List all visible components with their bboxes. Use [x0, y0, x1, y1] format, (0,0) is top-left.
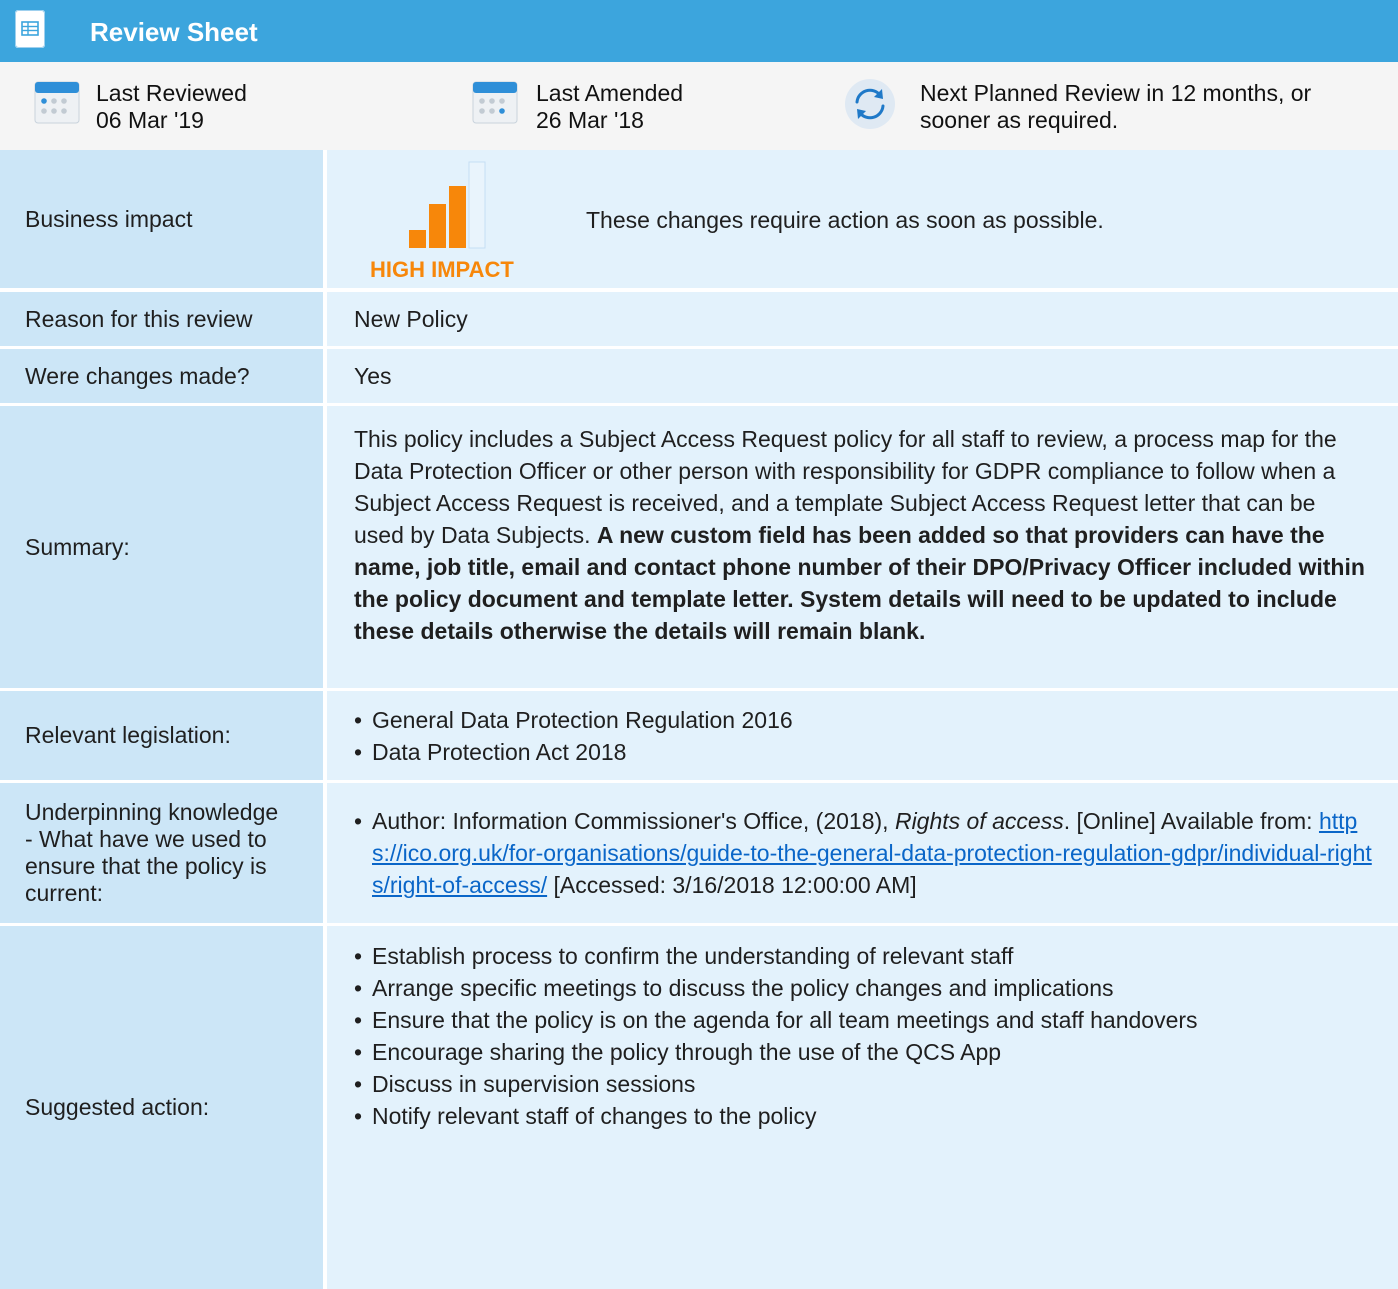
last-reviewed-date: 06 Mar '19: [96, 107, 204, 133]
spreadsheet-icon: [15, 10, 45, 48]
reference-availability: . [Online] Available from:: [1063, 808, 1313, 834]
row-label: Suggested action:: [0, 926, 323, 1289]
row-label: Were changes made?: [0, 349, 323, 403]
summary-text: This policy includes a Subject Access Re…: [354, 423, 1370, 647]
list-item: Establish process to confirm the underst…: [354, 940, 1378, 972]
row-value: HIGH IMPACT These changes require action…: [327, 150, 1398, 288]
row-value: General Data Protection Regulation 2016 …: [327, 691, 1398, 780]
row-value: Establish process to confirm the underst…: [327, 926, 1398, 1289]
list-item: Data Protection Act 2018: [354, 736, 1378, 768]
high-impact-badge: HIGH IMPACT: [370, 257, 514, 282]
list-item: Notify relevant staff of changes to the …: [354, 1100, 1378, 1132]
row-suggested-action: Suggested action: Establish process to c…: [0, 926, 1398, 1289]
list-item: General Data Protection Regulation 2016: [354, 704, 1378, 736]
row-summary: Summary: This policy includes a Subject …: [0, 406, 1398, 688]
row-label: Relevant legislation:: [0, 691, 323, 780]
row-label: Underpinning knowledge - What have we us…: [0, 783, 323, 923]
row-value: This policy includes a Subject Access Re…: [327, 406, 1398, 688]
changes-value: Yes: [354, 363, 392, 389]
row-value: New Policy: [327, 292, 1398, 346]
row-reason: Reason for this review New Policy: [0, 292, 1398, 346]
last-amended-date: 26 Mar '18: [536, 107, 644, 133]
row-underpinning-knowledge: Underpinning knowledge - What have we us…: [0, 783, 1398, 923]
row-label: Summary:: [0, 406, 323, 688]
list-item: Author: Information Commissioner's Offic…: [354, 805, 1380, 901]
reference-author: Author: Information Commissioner's Offic…: [372, 808, 889, 834]
list-item: Discuss in supervision sessions: [354, 1068, 1378, 1100]
row-value: Author: Information Commissioner's Offic…: [327, 783, 1398, 923]
reference-title: Rights of access: [894, 808, 1064, 834]
page-title: Review Sheet: [90, 17, 258, 47]
last-reviewed-label: Last Reviewed: [96, 80, 247, 106]
legislation-list: General Data Protection Regulation 2016 …: [354, 704, 1378, 768]
impact-bar-chart-icon: [409, 160, 489, 255]
calendar-icon: [472, 79, 518, 125]
row-value: Yes: [327, 349, 1398, 403]
next-review-text: Next Planned Review in 12 months, or soo…: [920, 80, 1312, 133]
list-item: Encourage sharing the policy through the…: [354, 1036, 1378, 1068]
knowledge-list: Author: Information Commissioner's Offic…: [354, 805, 1380, 901]
row-changes-made: Were changes made? Yes: [0, 349, 1398, 403]
reference-accessed: [Accessed: 3/16/2018 12:00:00 AM]: [553, 872, 917, 898]
list-item: Ensure that the policy is on the agenda …: [354, 1004, 1378, 1036]
last-amended-label: Last Amended: [536, 80, 684, 106]
list-item: Arrange specific meetings to discuss the…: [354, 972, 1378, 1004]
calendar-icon: [34, 79, 80, 125]
row-legislation: Relevant legislation: General Data Prote…: [0, 691, 1398, 780]
suggested-action-list: Establish process to confirm the underst…: [354, 940, 1378, 1132]
row-label: Business impact: [0, 150, 323, 288]
review-sheet-header: Review Sheet: [0, 0, 1398, 62]
row-business-impact: Business impact HIGH IMPACT These change…: [0, 150, 1398, 288]
review-meta-bar: Last Reviewed 06 Mar '19 Last Amended 26…: [0, 62, 1398, 150]
row-label: Reason for this review: [0, 292, 323, 346]
last-amended: Last Amended 26 Mar '18: [536, 80, 683, 134]
refresh-cycle-icon: [844, 78, 896, 130]
reason-value: New Policy: [354, 306, 468, 332]
last-reviewed: Last Reviewed 06 Mar '19: [96, 80, 247, 134]
impact-description: These changes require action as soon as …: [586, 207, 1104, 233]
